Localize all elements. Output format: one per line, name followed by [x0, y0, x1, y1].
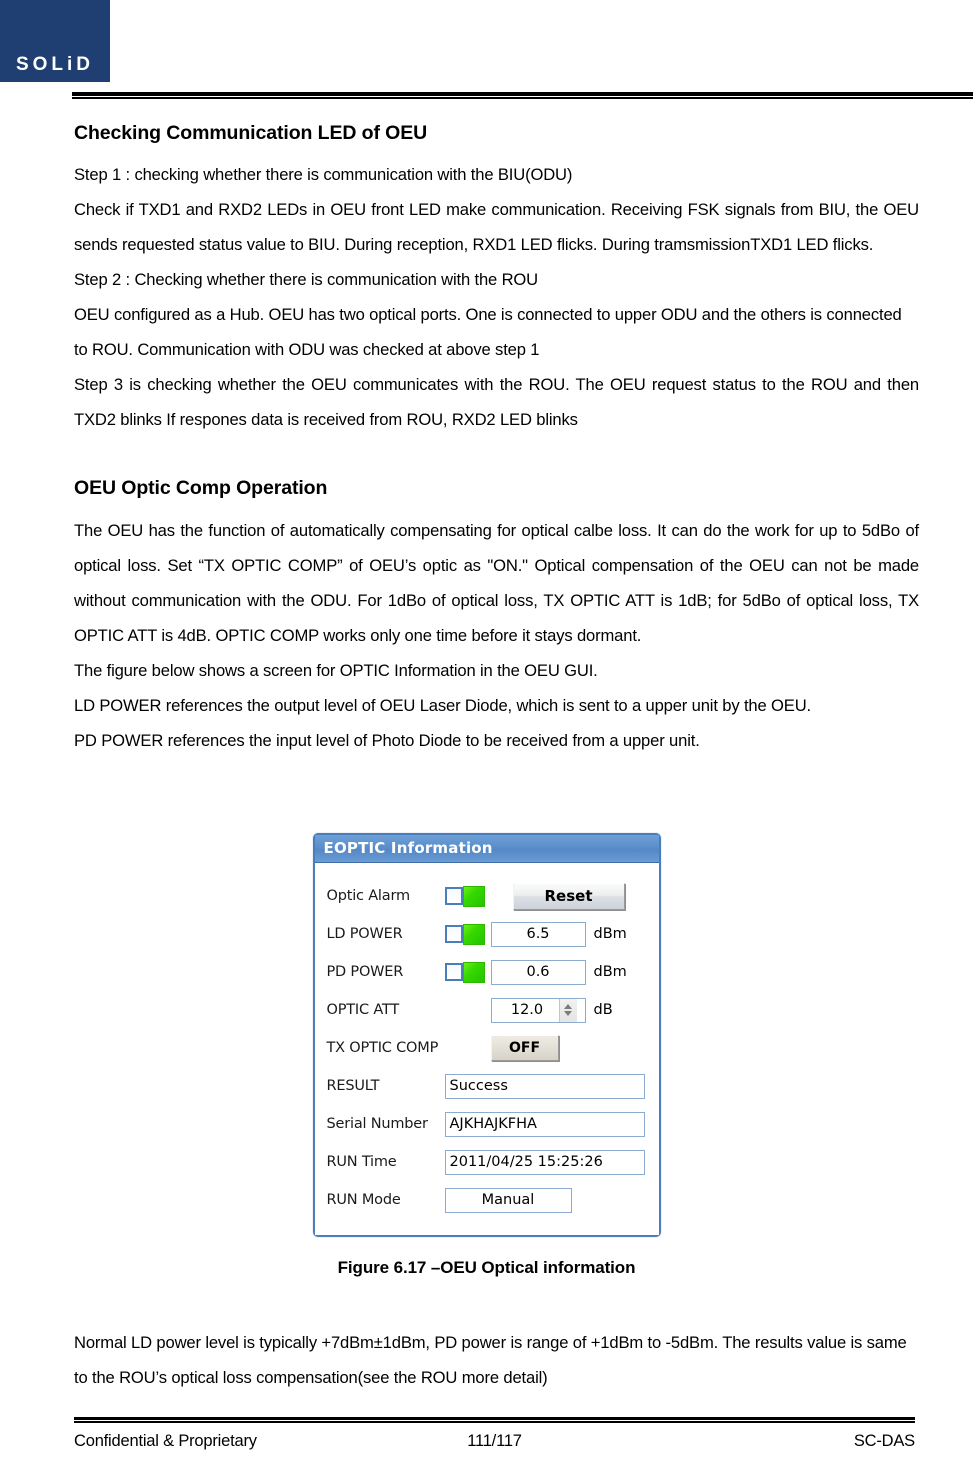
- row-pd-power: PD POWER 0.6 dBm: [327, 953, 649, 991]
- page-header: SOLiD: [0, 0, 973, 100]
- footer-row: Confidential & Proprietary 111/117 SC-DA…: [74, 1432, 915, 1451]
- checkbox-optic-alarm[interactable]: [444, 887, 463, 905]
- indicator-pd-power: [444, 961, 491, 983]
- document-content: Checking Communication LED of OEU Step 1…: [74, 122, 919, 758]
- optic-att-stepper[interactable]: 12.0: [490, 997, 586, 1023]
- checkbox-pd-power[interactable]: [444, 963, 463, 981]
- paragraph-figure-intro: The figure below shows a screen for OPTI…: [74, 660, 598, 680]
- result-value-field[interactable]: Success: [444, 1073, 645, 1099]
- serial-number-value-field[interactable]: AJKHAJKFHA: [444, 1111, 645, 1137]
- paragraph-ld-power: LD POWER references the output level of …: [74, 695, 811, 715]
- paragraph-step-3: Step 3 is checking whether the OEU commu…: [74, 375, 919, 430]
- dialog-titlebar: EOPTIC Information: [314, 835, 659, 863]
- row-optic-att: OPTIC ATT 12.0 dB: [327, 991, 649, 1029]
- label-serial-number: Serial Number: [326, 1116, 428, 1132]
- closing-section: Normal LD power level is typically +7dBm…: [74, 1325, 919, 1395]
- label-tx-optic-comp: TX OPTIC COMP: [326, 1040, 439, 1056]
- optic-att-value: 12.0: [510, 1002, 544, 1018]
- logo-text: SOLiD: [15, 54, 95, 75]
- figure-eoptic-information: EOPTIC Information Optic Alarm Reset LD …: [0, 833, 973, 1237]
- led-indicator-icon-optic-alarm: [462, 885, 485, 907]
- tx-optic-comp-toggle-button[interactable]: OFF: [490, 1035, 559, 1061]
- footer-left-text: Confidential & Proprietary: [74, 1432, 257, 1450]
- label-optic-alarm: Optic Alarm: [326, 888, 411, 904]
- paragraph-step-2: Step 2 : Checking whether there is commu…: [74, 270, 538, 290]
- chevron-up-icon[interactable]: [564, 1004, 572, 1009]
- paragraph-step-2-detail: OEU configured as a Hub. OEU has two opt…: [74, 305, 902, 360]
- reset-button[interactable]: Reset: [512, 882, 625, 910]
- paragraph-normal-power-levels: Normal LD power level is typically +7dBm…: [74, 1333, 907, 1387]
- paragraph-step-1: Step 1 : checking whether there is commu…: [74, 165, 573, 185]
- indicator-ld-power: [444, 923, 491, 945]
- paragraph-optic-comp-description: The OEU has the function of automaticall…: [74, 520, 919, 645]
- eoptic-information-dialog: EOPTIC Information Optic Alarm Reset LD …: [312, 833, 661, 1237]
- pd-power-unit: dBm: [593, 964, 627, 980]
- optic-att-unit: dB: [593, 1002, 613, 1018]
- chevron-down-icon[interactable]: [564, 1011, 572, 1016]
- paragraph-pd-power: PD POWER references the input level of P…: [74, 730, 700, 750]
- row-optic-alarm: Optic Alarm Reset: [327, 877, 649, 915]
- ld-power-value-field[interactable]: 6.5: [490, 921, 586, 947]
- label-result: RESULT: [326, 1078, 380, 1094]
- stepper-buttons[interactable]: [558, 998, 577, 1022]
- led-indicator-icon-pd-power: [462, 961, 485, 983]
- row-tx-optic-comp: TX OPTIC COMP OFF: [327, 1029, 649, 1067]
- footer-right-text: SC-DAS: [853, 1432, 915, 1450]
- company-logo: SOLiD: [0, 0, 110, 82]
- section-title-checking-communication-led: Checking Communication LED of OEU: [74, 122, 428, 144]
- figure-caption: Figure 6.17 –OEU Optical information: [337, 1258, 636, 1277]
- row-ld-power: LD POWER 6.5 dBm: [327, 915, 649, 953]
- label-run-mode: RUN Mode: [326, 1192, 401, 1208]
- led-indicator-icon-ld-power: [462, 923, 485, 945]
- run-time-value-field[interactable]: 2011/04/25 15:25:26: [444, 1149, 645, 1175]
- row-result: RESULT Success: [327, 1067, 649, 1105]
- label-ld-power: LD POWER: [326, 926, 403, 942]
- row-run-time: RUN Time 2011/04/25 15:25:26: [327, 1143, 649, 1181]
- pd-power-value-field[interactable]: 0.6: [490, 959, 586, 985]
- page-footer: Confidential & Proprietary 111/117 SC-DA…: [74, 1417, 915, 1451]
- checkbox-ld-power[interactable]: [444, 925, 463, 943]
- label-optic-att: OPTIC ATT: [326, 1002, 400, 1018]
- run-mode-value-field[interactable]: Manual: [444, 1187, 572, 1213]
- footer-divider: [74, 1417, 915, 1423]
- label-run-time: RUN Time: [326, 1154, 397, 1170]
- indicator-optic-alarm: [444, 885, 491, 907]
- row-run-mode: RUN Mode Manual: [327, 1181, 649, 1219]
- header-divider: [72, 92, 973, 99]
- row-serial-number: Serial Number AJKHAJKFHA: [327, 1105, 649, 1143]
- paragraph-step-1-detail: Check if TXD1 and RXD2 LEDs in OEU front…: [74, 200, 919, 255]
- label-pd-power: PD POWER: [326, 964, 404, 980]
- dialog-body: Optic Alarm Reset LD POWER 6.5 dBm PD PO…: [314, 863, 659, 1235]
- section-title-oeu-optic-comp-operation: OEU Optic Comp Operation: [74, 477, 328, 500]
- ld-power-unit: dBm: [593, 926, 627, 942]
